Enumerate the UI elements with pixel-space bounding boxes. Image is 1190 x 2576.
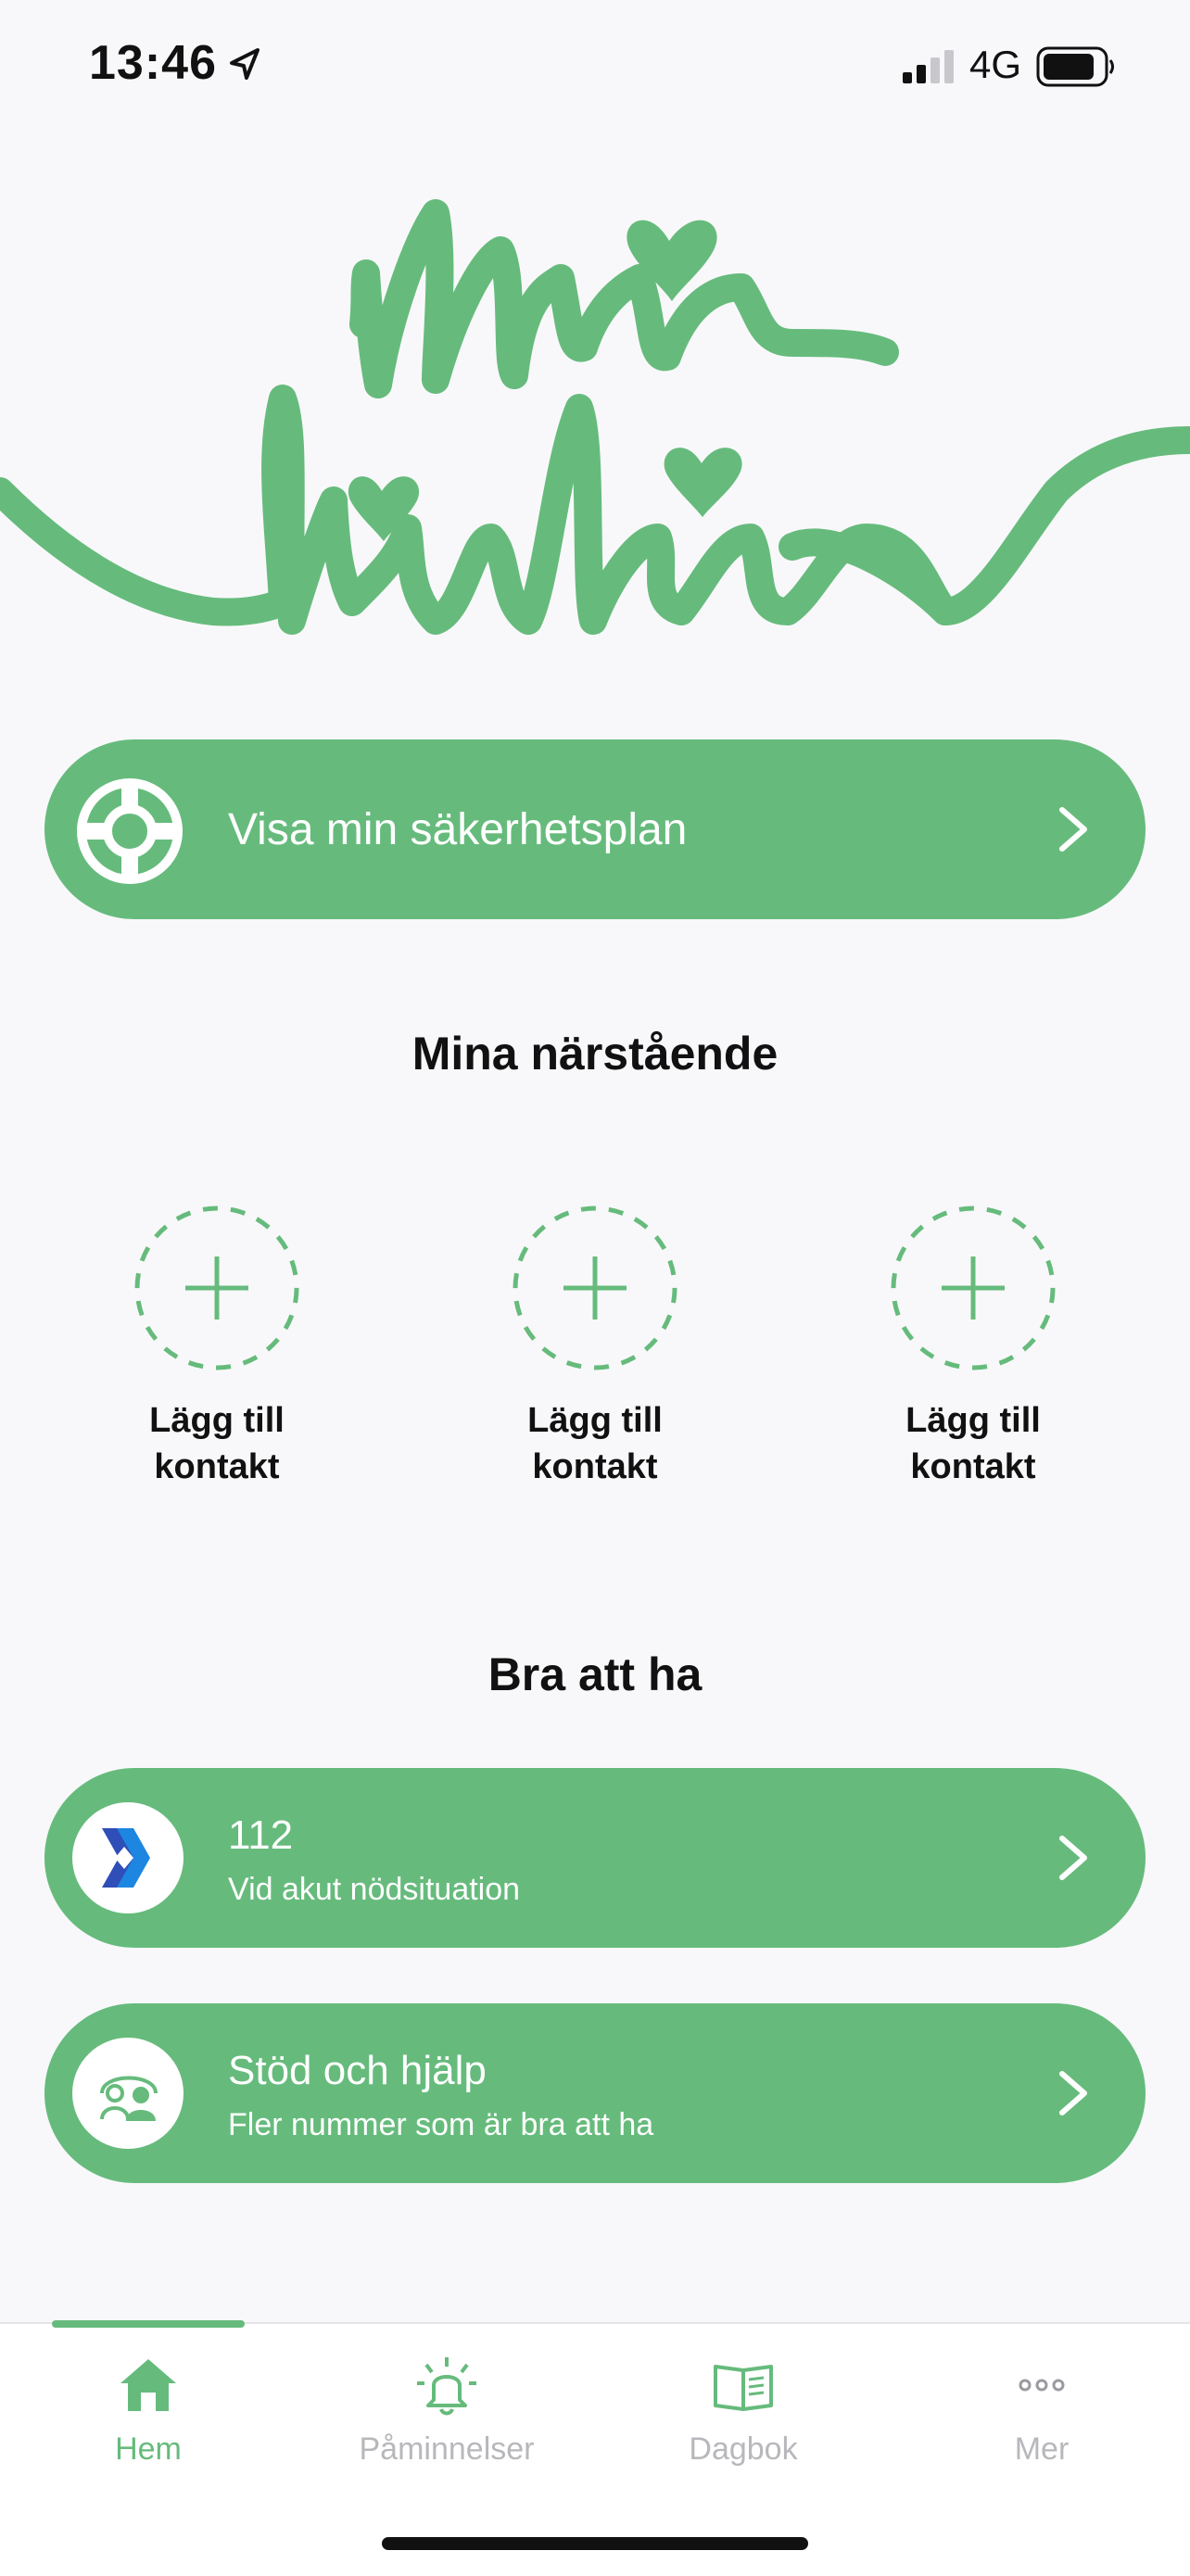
tab-label: Mer (1014, 2431, 1070, 2467)
status-bar: 13:46 4G (0, 0, 1190, 130)
tab-label: Dagbok (689, 2431, 798, 2467)
tab-label: Hem (115, 2431, 182, 2467)
network-type: 4G (969, 43, 1022, 86)
sos-alarm-icon (102, 1828, 150, 1888)
min-livlina-logo (0, 199, 1190, 635)
safety-plan-button[interactable]: Visa min säkerhetsplan (44, 739, 1146, 919)
tab-paminnelser[interactable]: Påminnelser (298, 2352, 595, 2468)
add-contact-icon (134, 1206, 299, 1370)
book-icon (714, 2365, 773, 2411)
good-to-have-heading: Bra att ha (487, 1648, 703, 1700)
support-subtitle: Fler nummer som är bra att ha (228, 2107, 654, 2142)
battery-icon (1036, 46, 1114, 87)
emergency-112-button[interactable]: 112 Vid akut nödsituation (44, 1768, 1146, 1948)
chevron-right-icon (1059, 2071, 1087, 2115)
home-indicator[interactable] (382, 2537, 808, 2550)
sos-alarm-icon-circle (72, 1802, 184, 1913)
cellular-signal-icon (903, 50, 954, 83)
add-contact-line2: kontakt (154, 1447, 280, 1486)
contacts-heading: Mina närstående (411, 1028, 779, 1080)
home-icon (120, 2359, 176, 2411)
active-tab-indicator (52, 2320, 245, 2328)
chevron-right-icon (1059, 1836, 1087, 1880)
bell-icon (417, 2357, 476, 2416)
tab-dagbok[interactable]: Dagbok (595, 2352, 892, 2468)
emergency-subtitle: Vid akut nödsituation (228, 1872, 521, 1907)
add-contact-label: Lägg till kontakt (115, 1397, 319, 1490)
add-contact-button[interactable]: Lägg till kontakt (115, 1205, 319, 1490)
chevron-right-icon (1059, 807, 1087, 852)
support-people-icon-circle (72, 2038, 184, 2149)
add-contact-line1: Lägg till (905, 1401, 1041, 1440)
add-contact-button[interactable]: Lägg till kontakt (493, 1205, 697, 1490)
add-contact-button[interactable]: Lägg till kontakt (871, 1205, 1075, 1490)
safety-plan-label: Visa min säkerhetsplan (228, 805, 688, 854)
add-contact-icon (891, 1206, 1056, 1370)
add-contact-icon (513, 1206, 677, 1370)
tab-label: Påminnelser (359, 2431, 535, 2467)
lifebuoy-icon (77, 778, 183, 884)
add-contact-line1: Lägg till (149, 1401, 285, 1440)
status-time: 13:46 (89, 36, 217, 90)
support-people-icon (100, 2076, 158, 2121)
emergency-title: 112 (228, 1812, 294, 1858)
more-icon (1019, 2379, 1065, 2392)
add-contact-line2: kontakt (910, 1447, 1036, 1486)
support-title: Stöd och hjälp (228, 2048, 487, 2093)
tab-hem[interactable]: Hem (0, 2352, 297, 2468)
add-contact-label: Lägg till kontakt (871, 1397, 1075, 1490)
add-contact-line2: kontakt (532, 1447, 658, 1486)
location-arrow-icon (230, 48, 260, 80)
add-contact-line1: Lägg till (527, 1401, 663, 1440)
support-help-button[interactable]: Stöd och hjälp Fler nummer som är bra at… (44, 2003, 1146, 2183)
add-contact-label: Lägg till kontakt (493, 1397, 697, 1490)
tab-mer[interactable]: Mer (893, 2352, 1190, 2468)
